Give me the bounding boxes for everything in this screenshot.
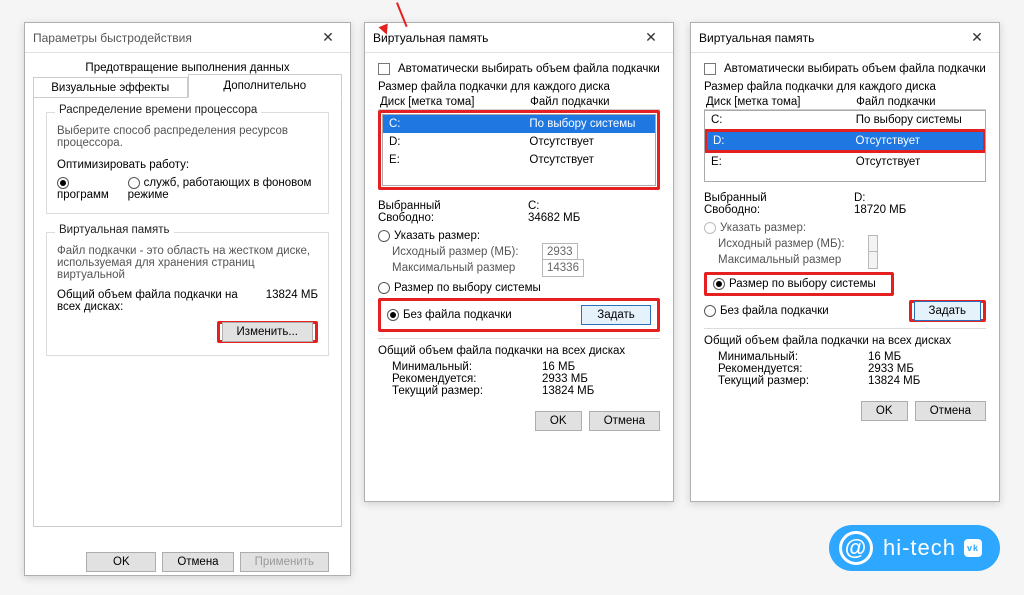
radio-programs[interactable]: программ (57, 177, 114, 201)
drive-list[interactable]: C:По выбору системы D:Отсутствует E:Отсу… (704, 110, 986, 182)
cur-value: 13824 МБ (542, 385, 594, 397)
rec-value: 2933 МБ (542, 373, 588, 385)
group-vm-title: Виртуальная память (55, 224, 174, 236)
close-icon[interactable]: ✕ (637, 29, 665, 46)
cur-value: 13824 МБ (868, 375, 920, 387)
min-value: 16 МБ (868, 351, 901, 363)
watermark-hitech: @ hi-tech vk (829, 525, 1000, 571)
drive-row-e[interactable]: E:Отсутствует (383, 151, 655, 169)
cancel-button[interactable]: Отмена (915, 401, 986, 421)
title: Виртуальная память (699, 31, 963, 45)
radio-system-managed[interactable]: Размер по выбору системы (378, 282, 660, 294)
close-icon[interactable]: ✕ (314, 29, 342, 46)
title: Виртуальная память (373, 31, 637, 45)
change-button[interactable]: Изменить... (222, 322, 313, 342)
set-button[interactable]: Задать (581, 305, 651, 325)
tab-visual-effects[interactable]: Визуальные эффекты (33, 77, 188, 98)
titlebar: Виртуальная память ✕ (691, 23, 999, 53)
auto-manage-checkbox[interactable]: Автоматически выбирать объем файла подка… (704, 63, 986, 75)
set-button[interactable]: Задать (914, 301, 981, 321)
ok-button[interactable]: OK (861, 401, 908, 421)
drive-row-e[interactable]: E:Отсутствует (705, 153, 985, 171)
close-icon[interactable]: ✕ (963, 29, 991, 46)
rec-label: Рекомендуется: (392, 373, 542, 385)
drive-row-c[interactable]: C:По выбору системы (383, 115, 655, 133)
perdrive-label: Размер файла подкачки для каждого диска (704, 81, 986, 93)
group-cpu-title: Распределение времени процессора (55, 104, 261, 116)
min-value: 16 МБ (542, 361, 575, 373)
selected-label: Выбранный (704, 192, 767, 204)
free-label: Свободно: (704, 204, 854, 216)
max-size-label: Максимальный размер (718, 254, 868, 266)
col-drive: Диск [метка тома] (706, 96, 856, 108)
vm-desc: Файл подкачки - это область на жестком д… (57, 245, 318, 281)
radio-services[interactable]: служб, работающих в фоновом режиме (128, 177, 318, 201)
radio-no-pagefile[interactable]: Без файла подкачки (387, 309, 581, 321)
selected-label: Выбранный (378, 200, 441, 212)
perdrive-label: Размер файла подкачки для каждого диска (378, 81, 660, 93)
rec-value: 2933 МБ (868, 363, 914, 375)
cur-label: Текущий размер: (718, 375, 868, 387)
init-size-label: Исходный размер (МБ): (718, 238, 868, 250)
col-drive: Диск [метка тома] (380, 96, 530, 108)
min-label: Минимальный: (392, 361, 542, 373)
drive-list[interactable]: C:По выбору системы D:Отсутствует E:Отсу… (382, 114, 656, 186)
auto-manage-checkbox[interactable]: Автоматически выбирать объем файла подка… (378, 63, 660, 75)
ok-button[interactable]: OK (535, 411, 582, 431)
max-size-label: Максимальный размер (392, 262, 542, 274)
title: Параметры быстродействия (33, 31, 314, 45)
drive-row-d[interactable]: D:Отсутствует (707, 132, 983, 150)
apply-button: Применить (240, 552, 329, 572)
cur-label: Текущий размер: (392, 385, 542, 397)
cancel-button[interactable]: Отмена (162, 552, 233, 572)
titlebar: Виртуальная память ✕ (365, 23, 673, 53)
free-value: 34682 МБ (528, 212, 580, 224)
dialog-vm-d: Виртуальная память ✕ Автоматически выбир… (690, 22, 1000, 502)
rec-label: Рекомендуется: (718, 363, 868, 375)
cancel-button[interactable]: Отмена (589, 411, 660, 431)
vm-total-label: Общий объем файла подкачки на всех диска… (57, 289, 238, 313)
radio-custom-size[interactable]: Указать размер: (378, 230, 660, 242)
ok-button[interactable]: OK (86, 552, 156, 572)
titlebar: Параметры быстродействия ✕ (25, 23, 350, 53)
optimize-label: Оптимизировать работу: (57, 159, 318, 171)
min-label: Минимальный: (718, 351, 868, 363)
selected-value: C: (528, 200, 540, 212)
max-size-input[interactable]: 14336 (542, 259, 584, 277)
dialog-vm-c: Виртуальная память ✕ Автоматически выбир… (364, 22, 674, 502)
free-label: Свободно: (378, 212, 528, 224)
init-size-label: Исходный размер (МБ): (392, 246, 542, 258)
radio-system-managed[interactable]: Размер по выбору системы (713, 278, 876, 290)
col-pagefile: Файл подкачки (530, 96, 609, 108)
drive-row-c[interactable]: C:По выбору системы (705, 111, 985, 129)
cpu-desc: Выберите способ распределения ресурсов п… (57, 125, 318, 149)
max-size-input (868, 251, 878, 269)
totals-title: Общий объем файла подкачки на всех диска… (704, 335, 986, 347)
totals-title: Общий объем файла подкачки на всех диска… (378, 345, 660, 357)
drive-row-d[interactable]: D:Отсутствует (383, 133, 655, 151)
vk-badge: vk (964, 539, 982, 557)
selected-value: D: (854, 192, 866, 204)
at-icon: @ (839, 531, 873, 565)
watermark-text: hi-tech (883, 535, 956, 561)
tab-advanced[interactable]: Дополнительно (188, 74, 343, 98)
radio-no-pagefile[interactable]: Без файла подкачки (704, 305, 909, 317)
vm-total-value: 13824 МБ (238, 289, 318, 301)
col-pagefile: Файл подкачки (856, 96, 935, 108)
tab-dep[interactable]: Предотвращение выполнения данных (33, 59, 342, 74)
radio-custom-size[interactable]: Указать размер: (704, 222, 986, 234)
free-value: 18720 МБ (854, 204, 906, 216)
dialog-performance-options: Параметры быстродействия ✕ Предотвращени… (24, 22, 351, 576)
